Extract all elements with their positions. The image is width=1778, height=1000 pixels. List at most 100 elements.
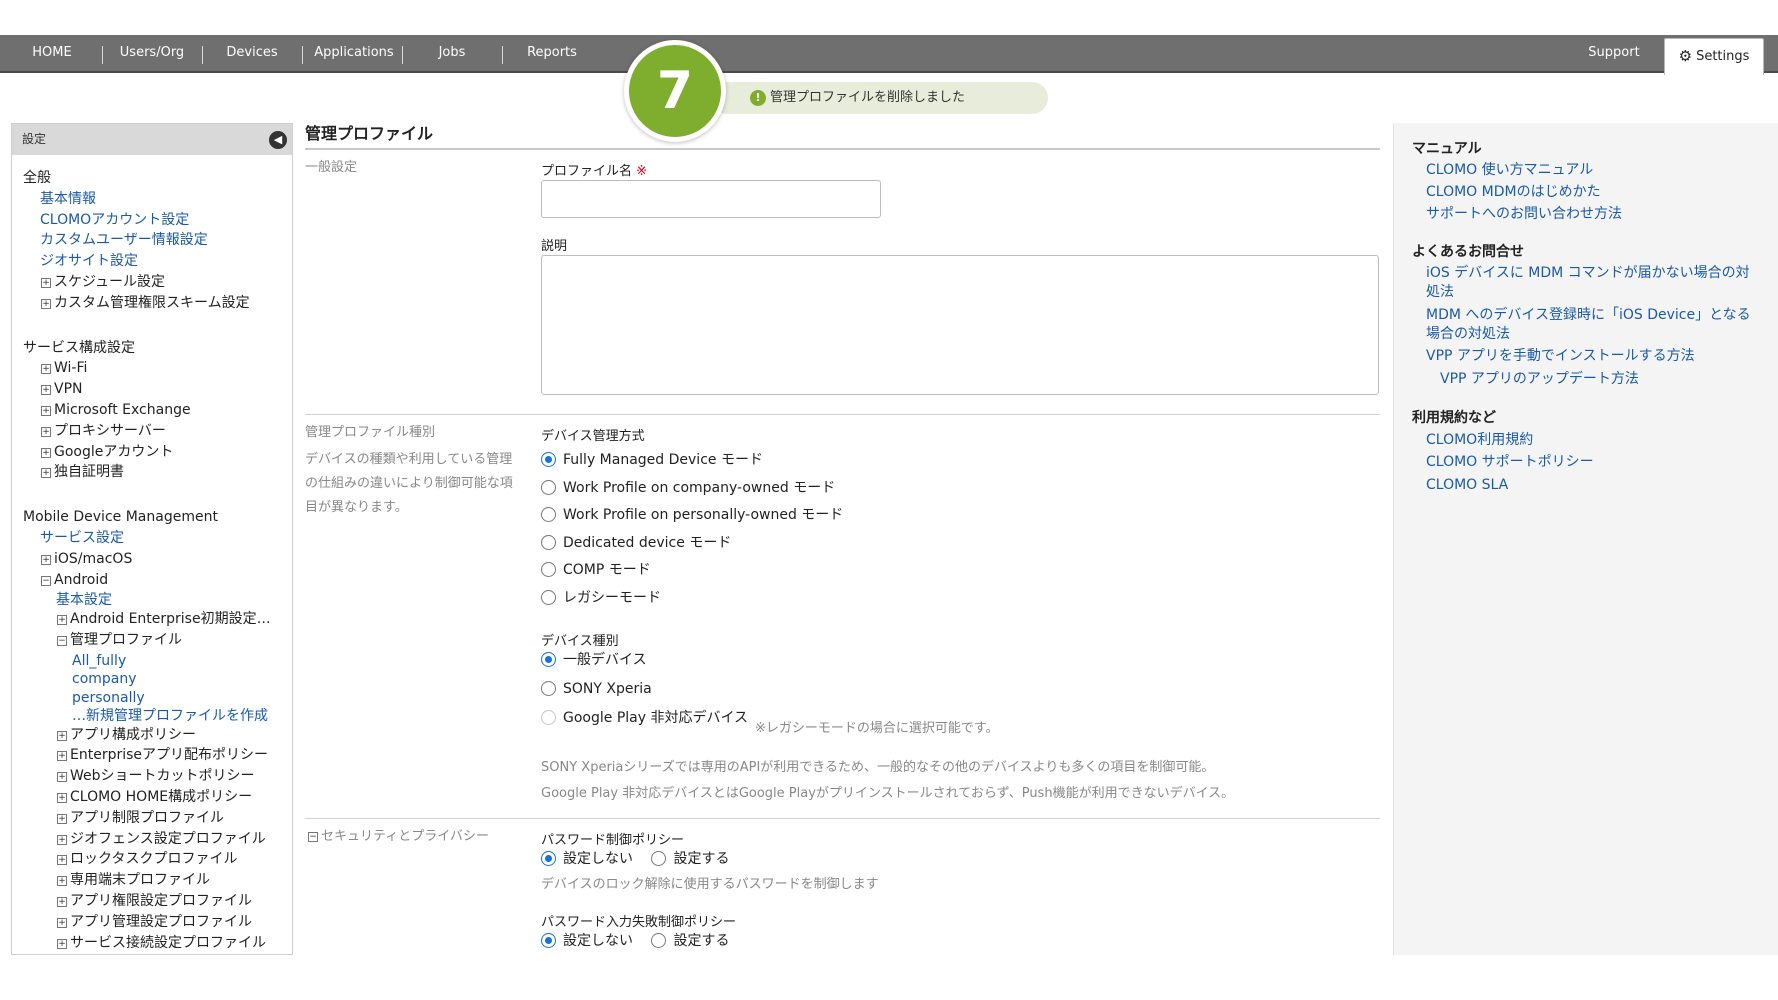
expand-icon[interactable]: + — [57, 938, 67, 949]
radio-button[interactable] — [541, 933, 556, 948]
faq-link-cont[interactable]: 場合の対処法 — [1426, 325, 1510, 344]
sidebar-item[interactable]: All_fully — [72, 652, 126, 671]
sidebar-item[interactable]: + Enterpriseアプリ配布ポリシー — [57, 746, 268, 765]
radio-button[interactable] — [541, 652, 556, 667]
sidebar-item[interactable]: + スケジュール設定 — [41, 273, 165, 292]
sidebar-item[interactable]: …新規管理プロファイルを作成 — [72, 707, 268, 726]
expand-icon[interactable]: + — [57, 834, 67, 845]
expand-icon[interactable]: + — [41, 554, 51, 565]
radio-option[interactable]: 設定しない — [541, 851, 633, 867]
nav-users-org[interactable]: Users/Org — [112, 35, 192, 71]
faq-link[interactable]: VPP アプリを手動でインストールする方法 — [1426, 347, 1695, 366]
sidebar-item[interactable]: カスタムユーザー情報設定 — [40, 231, 208, 250]
description-textarea[interactable] — [541, 255, 1379, 395]
section-label-security[interactable]: − セキュリティとプライバシー — [308, 827, 489, 847]
sidebar-item[interactable]: − 管理プロファイル — [57, 631, 182, 650]
expand-icon[interactable]: + — [41, 447, 51, 458]
radio-option[interactable]: レガシーモード — [541, 588, 661, 608]
nav-devices[interactable]: Devices — [212, 35, 292, 71]
collapse-sidebar-icon[interactable]: ◀ — [269, 131, 287, 149]
faq-link[interactable]: iOS デバイスに MDM コマンドが届かない場合の対 — [1426, 264, 1750, 283]
sidebar-item[interactable]: personally — [72, 689, 145, 708]
sidebar-item[interactable]: + Microsoft Exchange — [41, 401, 191, 420]
terms-link[interactable]: CLOMO サポートポリシー — [1426, 453, 1594, 472]
sidebar-item[interactable]: 基本設定 — [56, 591, 112, 610]
radio-option[interactable]: COMP モード — [541, 560, 651, 580]
expand-icon[interactable]: + — [41, 426, 51, 437]
nav-settings-tab[interactable]: ⚙ Settings — [1664, 38, 1764, 75]
sidebar-item[interactable]: + Googleアカウント — [41, 443, 173, 462]
sidebar-item[interactable]: company — [72, 670, 137, 689]
sidebar-item[interactable]: + VPN — [41, 380, 83, 399]
radio-button[interactable] — [541, 851, 556, 866]
sidebar-item[interactable]: + 独自証明書 — [41, 463, 124, 482]
nav-jobs[interactable]: Jobs — [412, 35, 492, 71]
radio-option[interactable]: 設定する — [651, 851, 729, 867]
nav-reports[interactable]: Reports — [512, 35, 592, 71]
collapse-icon[interactable]: − — [57, 635, 67, 646]
expand-icon[interactable]: + — [57, 917, 67, 928]
manual-link[interactable]: CLOMO MDMのはじめかた — [1426, 183, 1601, 202]
terms-link[interactable]: CLOMO利用規約 — [1426, 431, 1533, 450]
radio-option[interactable]: 設定しない — [541, 933, 633, 949]
sidebar-item[interactable]: + Wi-Fi — [41, 359, 87, 378]
sidebar-item[interactable]: + Webショートカットポリシー — [57, 767, 255, 786]
radio-button[interactable] — [541, 590, 556, 605]
expand-icon[interactable]: + — [57, 855, 67, 866]
expand-icon[interactable]: + — [57, 792, 67, 803]
sidebar-item[interactable]: + ジオフェンス設定プロファイル — [57, 830, 266, 849]
sidebar-item[interactable]: + 専用端末プロファイル — [57, 871, 210, 890]
radio-button[interactable] — [541, 507, 556, 523]
radio-button[interactable] — [651, 851, 667, 866]
expand-icon[interactable]: + — [57, 896, 67, 907]
nav-applications[interactable]: Applications — [308, 35, 400, 71]
expand-icon[interactable]: + — [41, 468, 51, 479]
expand-icon[interactable]: + — [57, 772, 67, 783]
radio-option[interactable]: 一般デバイス — [541, 650, 647, 670]
radio-option[interactable]: Fully Managed Device モード — [541, 450, 763, 470]
manual-link[interactable]: CLOMO 使い方マニュアル — [1426, 161, 1593, 180]
radio-option[interactable]: Work Profile on company-owned モード — [541, 478, 835, 498]
expand-icon[interactable]: + — [41, 298, 51, 309]
sidebar-item[interactable]: + iOS/macOS — [41, 550, 132, 569]
sidebar-item[interactable]: ジオサイト設定 — [40, 252, 138, 271]
expand-icon[interactable]: + — [41, 364, 51, 375]
radio-button[interactable] — [651, 933, 667, 948]
collapse-icon[interactable]: − — [308, 832, 318, 842]
sidebar-item[interactable]: − Android — [41, 571, 108, 590]
sidebar-item[interactable]: + アプリ権限設定プロファイル — [57, 892, 252, 911]
sidebar-item[interactable]: + アプリ制限プロファイル — [57, 809, 224, 828]
faq-link-cont[interactable]: 処法 — [1426, 283, 1454, 302]
radio-option[interactable]: Dedicated device モード — [541, 533, 731, 553]
sidebar-item[interactable]: サービス設定 — [40, 529, 124, 548]
expand-icon[interactable]: + — [41, 385, 51, 396]
radio-button[interactable] — [541, 534, 556, 550]
sidebar-item[interactable]: + Android Enterprise初期設定… — [57, 610, 271, 629]
nav-home[interactable]: HOME — [20, 35, 84, 71]
radio-button[interactable] — [541, 681, 556, 696]
faq-link[interactable]: VPP アプリのアップデート方法 — [1440, 370, 1639, 389]
collapse-icon[interactable]: − — [41, 575, 51, 586]
sidebar-item[interactable]: + アプリ管理設定プロファイル — [57, 913, 252, 932]
terms-link[interactable]: CLOMO SLA — [1426, 476, 1508, 495]
expand-icon[interactable]: + — [57, 751, 67, 762]
radio-option[interactable]: 設定する — [651, 933, 729, 949]
manual-link[interactable]: サポートへのお問い合わせ方法 — [1426, 205, 1622, 224]
radio-option[interactable]: SONY Xperia — [541, 679, 652, 699]
expand-icon[interactable]: + — [57, 730, 67, 741]
expand-icon[interactable]: + — [57, 813, 67, 824]
expand-icon[interactable]: + — [41, 406, 51, 416]
profile-name-input[interactable] — [541, 180, 881, 218]
sidebar-item[interactable]: + サービス接続設定プロファイル — [57, 934, 266, 953]
sidebar-item[interactable]: + CLOMO HOME構成ポリシー — [57, 788, 252, 807]
sidebar-item[interactable]: + プロキシサーバー — [41, 422, 166, 441]
expand-icon[interactable]: + — [41, 278, 51, 288]
radio-option[interactable]: Work Profile on personally-owned モード — [541, 505, 843, 525]
sidebar-item[interactable]: + アプリ構成ポリシー — [57, 726, 196, 745]
radio-button[interactable] — [541, 562, 556, 578]
faq-link[interactable]: MDM へのデバイス登録時に「iOS Device」となる — [1426, 306, 1751, 325]
sidebar-item[interactable]: 基本情報 — [40, 190, 96, 209]
radio-button[interactable] — [541, 479, 556, 495]
expand-icon[interactable]: + — [57, 614, 67, 625]
expand-icon[interactable]: + — [57, 876, 67, 887]
